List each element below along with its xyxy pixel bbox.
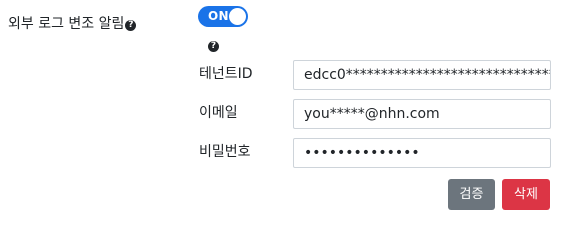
question-circle-icon[interactable]: ?: [208, 41, 219, 52]
external-log-tamper-settings: 외부 로그 변조 알림 ? ON ? 테넌트ID edcc0**********…: [0, 0, 562, 221]
toggle-knob: [229, 8, 246, 25]
password-field[interactable]: ••••••••••••••: [293, 138, 551, 168]
notification-label: 외부 로그 변조 알림: [8, 16, 125, 32]
tenant-id-label: 테넌트ID: [199, 66, 253, 82]
toggle-state-label: ON: [208, 9, 229, 23]
delete-button[interactable]: 삭제: [502, 179, 550, 210]
password-label: 비밀번호: [199, 144, 251, 160]
question-circle-icon[interactable]: ?: [125, 19, 137, 31]
tenant-id-field[interactable]: edcc0******************************: [293, 60, 551, 90]
notification-label-row: 외부 로그 변조 알림 ?: [8, 14, 137, 34]
email-label: 이메일: [199, 105, 238, 121]
verify-button[interactable]: 검증: [448, 179, 495, 210]
notification-toggle[interactable]: ON: [198, 6, 248, 27]
email-field[interactable]: you*****@nhn.com: [293, 99, 551, 129]
